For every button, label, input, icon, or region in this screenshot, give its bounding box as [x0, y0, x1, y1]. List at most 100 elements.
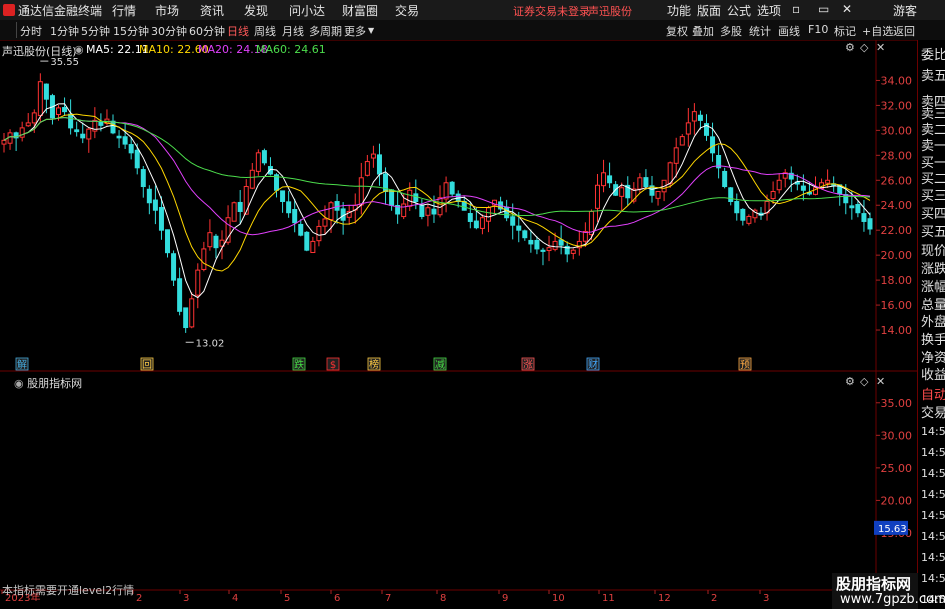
menu-item-xuanxiang[interactable]: 选项 [757, 2, 781, 19]
login-notice[interactable]: 证券交易未登录 [513, 3, 590, 19]
back-button[interactable]: 返回 [893, 23, 915, 39]
quote-label[interactable]: 自动 [921, 384, 945, 403]
trade-time: 14:56 [921, 572, 945, 585]
event-marker-label: 预 [740, 359, 750, 371]
menu-item-wenxiaoda[interactable]: 问小达 [289, 2, 325, 19]
candle [449, 180, 455, 197]
indicator-title: ◉ 股朋指标网 [14, 375, 82, 391]
mark-button[interactable]: 标记 [834, 23, 856, 39]
candle [189, 292, 195, 329]
collapse-icon[interactable]: ◇ [860, 41, 868, 54]
candle [837, 184, 843, 206]
candle [570, 248, 576, 260]
candle-body [867, 218, 873, 230]
candle-body [485, 207, 491, 222]
overlay-button[interactable]: 叠加 [692, 23, 714, 39]
menu-item-jiaoyi[interactable]: 交易 [395, 2, 419, 19]
candle [697, 110, 703, 130]
draw-line-button[interactable]: 画线 [778, 23, 800, 39]
guest-label[interactable]: 游客 [893, 2, 917, 19]
indicator-settings-icon[interactable]: ⚙ [845, 375, 855, 388]
y-tick-label: 34.00 [881, 74, 913, 87]
menu-item-caifuquan[interactable]: 财富圈 [342, 2, 378, 19]
indicator-toggle-icon[interactable]: ◉ [14, 377, 24, 390]
candle-body [443, 182, 449, 200]
candle [861, 200, 867, 232]
tab-15min[interactable]: 15分钟 [113, 23, 149, 39]
menu-item-hangqing[interactable]: 行情 [112, 2, 136, 19]
candle-body [207, 232, 213, 248]
candle-body [171, 253, 177, 281]
candle-body [25, 122, 31, 127]
candle [498, 196, 504, 213]
candle [643, 169, 649, 190]
candle-body [637, 177, 643, 190]
candle-body [449, 181, 455, 195]
indicator-close-icon[interactable]: ✕ [876, 375, 885, 388]
fuquan-button[interactable]: 复权 [666, 23, 688, 39]
x-tick-label: 9 [502, 593, 508, 601]
candle [213, 233, 219, 259]
menu-item-gongshi[interactable]: 公式 [727, 2, 751, 19]
legend-toggle-icon[interactable]: ◉ [74, 43, 84, 56]
candle [758, 207, 764, 220]
close-icon[interactable]: ✕ [842, 2, 852, 16]
candle-body [855, 204, 861, 214]
menu-item-zixun[interactable]: 资讯 [200, 2, 224, 19]
candlestick-chart[interactable]: 14.00 16.00 18.00 20.00 22.00 24.00 26.00 28.00… [0, 40, 917, 372]
tab-daily[interactable]: 日线 [227, 23, 249, 39]
indicator-collapse-icon[interactable]: ◇ [860, 375, 868, 388]
indicator-chart[interactable]: 15.0020.0025.0030.0035.0015.632023年23456… [0, 372, 917, 601]
event-marker-label: 跌 [294, 358, 304, 371]
candle-body [201, 248, 207, 270]
tab-1min[interactable]: 1分钟 [50, 23, 79, 39]
f10-button[interactable]: F10 [808, 23, 828, 36]
candle [231, 201, 237, 222]
tab-multi-period[interactable]: 多周期 [309, 23, 342, 39]
candle-body [479, 217, 485, 229]
candle-body [431, 208, 437, 215]
menu-item-banmian[interactable]: 版面 [697, 2, 721, 19]
trade-time: 14:55 [921, 425, 945, 438]
candle-body [673, 147, 679, 164]
candle-body [389, 189, 395, 206]
candle [776, 173, 782, 194]
menu-item-gongneng[interactable]: 功能 [667, 2, 691, 19]
candle-body [825, 179, 831, 184]
stats-button[interactable]: 统计 [749, 23, 771, 39]
indicator-y-tick-label: 25.00 [881, 462, 913, 475]
tab-60min[interactable]: 60分钟 [189, 23, 225, 39]
candle-body [655, 191, 661, 199]
tab-more[interactable]: 更多 [344, 23, 366, 39]
trade-time: 14:55 [921, 446, 945, 459]
candle-body [710, 136, 716, 154]
chart-settings-icon[interactable]: ⚙ [845, 41, 855, 54]
tab-monthly[interactable]: 月线 [282, 23, 304, 39]
restore-icon[interactable]: ▭ [818, 2, 829, 16]
candle [140, 166, 146, 198]
candle-body [165, 229, 171, 254]
add-watchlist-button[interactable]: +自选 [862, 23, 893, 39]
quote-label: 买三 [921, 189, 945, 204]
multi-stock-button[interactable]: 多股 [720, 23, 742, 39]
candle-body [116, 135, 122, 139]
tab-weekly[interactable]: 周线 [254, 23, 276, 39]
chevron-down-icon[interactable]: ▼ [368, 26, 374, 35]
indicator-y-tick-label: 20.00 [881, 494, 913, 507]
tab-5min[interactable]: 5分钟 [81, 23, 110, 39]
candle-body [800, 185, 806, 191]
tab-fenshi[interactable]: 分时 [20, 23, 42, 39]
minimize-icon[interactable]: ▫ [792, 2, 800, 16]
event-marker: 回 [140, 357, 154, 371]
candle [716, 145, 722, 179]
indicator-y-tick-label: 30.00 [881, 429, 913, 442]
stock-title: 声迅股份(日线) [2, 45, 77, 58]
menu-item-shichang[interactable]: 市场 [155, 2, 179, 19]
candle-body [134, 149, 140, 169]
close-pane-icon[interactable]: ✕ [876, 41, 885, 54]
candle [370, 145, 376, 168]
event-marker: 预 [738, 357, 752, 371]
menu-item-faxian[interactable]: 发现 [244, 2, 268, 19]
candle-body [601, 172, 607, 187]
tab-30min[interactable]: 30分钟 [151, 23, 187, 39]
